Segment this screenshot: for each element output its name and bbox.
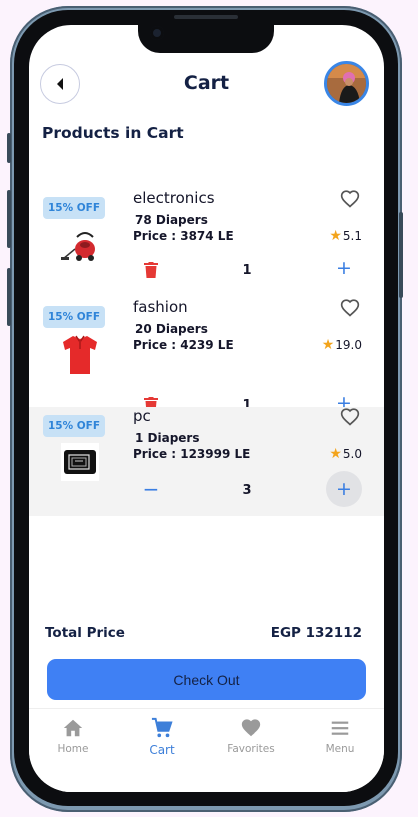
total-price-value: EGP 132112 <box>270 625 362 641</box>
product-price: Price : 4239 LE <box>133 338 234 352</box>
nav-item-favorites[interactable]: Favorites <box>216 717 286 755</box>
avatar-photo <box>327 64 366 103</box>
product-name: electronics <box>133 189 215 207</box>
bottom-navigation: Home Cart Favorites Menu <box>29 708 384 792</box>
product-rating: ★ 5.1 <box>329 229 362 243</box>
cart-item: 15% OFF fashion 20 Diapers Price : 4239 … <box>29 298 384 414</box>
nav-label-cart: Cart <box>149 743 175 757</box>
product-quantity-label: 1 Diapers <box>135 431 200 445</box>
nav-item-home[interactable]: Home <box>38 717 108 755</box>
favorite-heart-icon[interactable] <box>340 298 360 318</box>
product-quantity-label: 78 Diapers <box>135 213 208 227</box>
product-price: Price : 123999 LE <box>133 447 251 461</box>
cart-icon <box>151 717 173 738</box>
nav-label-favorites: Favorites <box>227 743 275 755</box>
home-icon <box>63 719 83 737</box>
increment-button[interactable]: + <box>332 256 356 280</box>
cart-item: 15% OFF electronics 78 Diapers Price : 3… <box>29 189 384 298</box>
item-count: 3 <box>242 483 252 498</box>
increment-button[interactable]: + <box>326 471 362 507</box>
item-count: 1 <box>242 263 252 278</box>
notch <box>138 15 274 53</box>
nav-label-menu: Menu <box>325 743 355 755</box>
product-image-polo-shirt <box>63 335 97 374</box>
rating-value: 5.0 <box>342 447 362 461</box>
discount-badge: 15% OFF <box>43 415 105 437</box>
cart-item: 15% OFF pc 1 Diapers Price : 123999 LE ★… <box>29 407 384 516</box>
nav-item-menu[interactable]: Menu <box>305 717 375 755</box>
menu-icon <box>331 721 349 735</box>
checkout-button[interactable]: Check Out <box>47 659 366 700</box>
side-button-volume-down <box>7 268 11 326</box>
avatar[interactable] <box>324 61 369 106</box>
section-title: Products in Cart <box>42 124 184 142</box>
favorite-heart-icon[interactable] <box>340 189 360 209</box>
front-camera <box>150 26 164 40</box>
side-button-power <box>399 212 403 298</box>
star-icon: ★ <box>321 337 335 353</box>
decrement-button[interactable]: − <box>141 479 161 499</box>
product-name: fashion <box>133 298 188 316</box>
nav-item-cart[interactable]: Cart <box>127 717 197 757</box>
favorite-heart-icon[interactable] <box>340 407 360 427</box>
product-rating: ★ 5.0 <box>329 447 362 461</box>
product-rating: ★ 19.0 <box>322 338 362 352</box>
rating-value: 5.1 <box>342 229 362 243</box>
side-button-volume-up <box>7 190 11 248</box>
discount-badge: 15% OFF <box>43 306 105 328</box>
star-icon: ★ <box>329 228 342 244</box>
speaker-grill <box>174 15 238 19</box>
product-name: pc <box>133 407 151 425</box>
star-icon: ★ <box>329 446 342 462</box>
product-image-pc-chip <box>61 443 99 481</box>
side-button-mute <box>7 133 11 163</box>
product-quantity-label: 20 Diapers <box>135 322 208 336</box>
discount-badge: 15% OFF <box>43 197 105 219</box>
app-screen: Cart Products in Cart 15% OFF electronic… <box>29 25 384 792</box>
heart-icon <box>241 719 261 737</box>
product-price: Price : 3874 LE <box>133 229 234 243</box>
nav-label-home: Home <box>57 743 89 755</box>
product-image-vacuum <box>61 232 95 261</box>
delete-icon[interactable] <box>144 262 158 278</box>
total-price-label: Total Price <box>45 625 125 641</box>
rating-value: 19.0 <box>335 338 362 352</box>
